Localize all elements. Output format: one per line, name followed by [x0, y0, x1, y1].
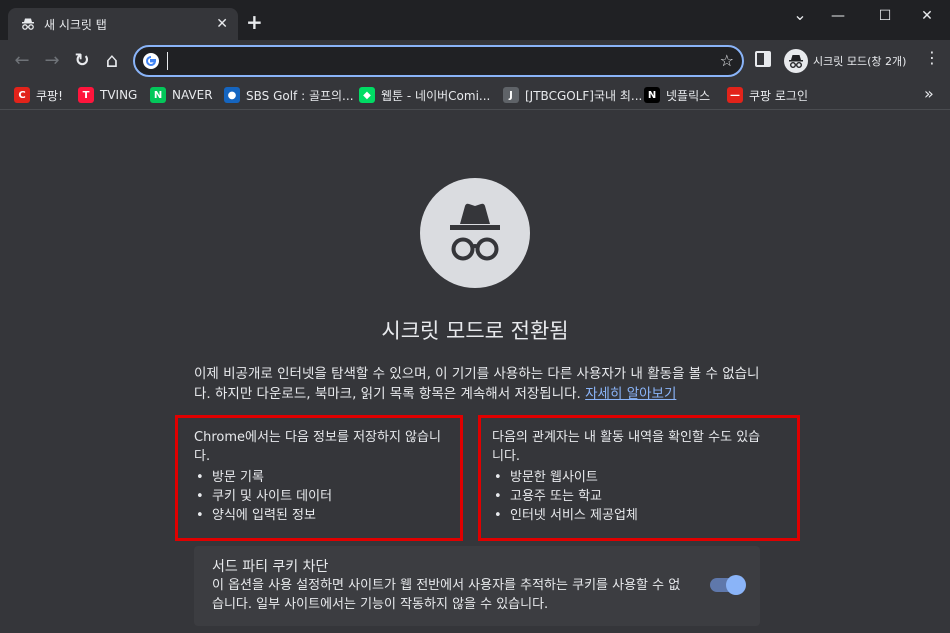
bookmark-label: [JTBCGOLF]국내 최... [525, 88, 643, 103]
tab-incognito[interactable]: 새 시크릿 탭 ✕ [8, 8, 238, 40]
bookmark-item[interactable]: N NAVER [150, 84, 213, 106]
jtbc-golf-icon: J [503, 87, 519, 103]
bookmark-label: 쿠팡 로그인 [749, 88, 809, 103]
naver-icon: N [150, 87, 166, 103]
bookmark-label: SBS Golf : 골프의... [246, 88, 354, 103]
home-button[interactable]: ⌂ [100, 48, 124, 72]
bookmark-label: NAVER [172, 88, 213, 102]
not-saved-heading: Chrome에서는 다음 정보를 저장하지 않습니다. [194, 430, 441, 464]
bookmark-label: 웹툰 - 네이버Comi... [381, 88, 491, 103]
visible-to-list: 방문한 웹사이트 고용주 또는 학교 인터넷 서비스 제공업체 [492, 468, 638, 525]
intro-text: 이제 비공개로 인터넷을 탐색할 수 있으며, 이 기기를 사용하는 다른 사용… [194, 364, 764, 404]
bookmark-item[interactable]: ◆ 웹툰 - 네이버Comi... [359, 84, 490, 106]
bookmarks-overflow-icon[interactable]: » [924, 84, 934, 103]
coupang-login-icon: — [727, 87, 743, 103]
incognito-hero-icon [420, 178, 530, 288]
back-button[interactable]: ← [10, 48, 34, 72]
third-party-cookies-toggle[interactable] [710, 575, 746, 595]
google-icon [143, 53, 159, 69]
incognito-avatar-icon [784, 49, 808, 73]
bookmark-star-icon[interactable]: ☆ [720, 51, 734, 70]
toggle-knob [726, 575, 746, 595]
third-party-description: 이 옵션을 사용 설정하면 사이트가 웹 전반에서 사용자를 추적하는 쿠키를 … [212, 578, 681, 612]
coupang-icon: C [14, 87, 30, 103]
third-party-cookies-card: 서드 파티 쿠키 차단 이 옵션을 사용 설정하면 사이트가 웹 전반에서 사용… [194, 546, 760, 626]
menu-icon[interactable]: ⋮ [924, 50, 940, 66]
list-item: 인터넷 서비스 제공업체 [492, 506, 638, 525]
window-close-button[interactable]: ✕ [904, 2, 950, 30]
incognito-profile-button[interactable]: 시크릿 모드(창 2개) [780, 47, 938, 75]
third-party-title: 서드 파티 쿠키 차단 [212, 559, 329, 575]
list-item: 쿠키 및 사이트 데이터 [194, 487, 332, 506]
visible-to-heading: 다음의 관계자는 내 활동 내역을 확인할 수도 있습니다. [492, 430, 761, 464]
reload-button[interactable]: ↻ [70, 48, 94, 72]
tab-title: 새 시크릿 탭 [44, 18, 107, 32]
bookmark-item[interactable]: ● SBS Golf : 골프의... [224, 84, 354, 106]
bookmark-item[interactable]: — 쿠팡 로그인 [727, 84, 808, 106]
webtoon-icon: ◆ [359, 87, 375, 103]
list-item: 고용주 또는 학교 [492, 487, 638, 506]
learn-more-link[interactable]: 자세히 알아보기 [585, 386, 676, 402]
address-input[interactable] [167, 52, 707, 70]
side-panel-icon[interactable] [755, 51, 771, 67]
tving-icon: T [78, 87, 94, 103]
bookmark-item[interactable]: C 쿠팡! [14, 84, 63, 106]
bookmark-item[interactable]: T TVING [78, 84, 137, 106]
forward-button[interactable]: → [40, 48, 64, 72]
sbs-golf-icon: ● [224, 87, 240, 103]
bookmark-label: 넷플릭스 [666, 88, 711, 103]
list-item: 방문 기록 [194, 468, 332, 487]
list-item: 방문한 웹사이트 [492, 468, 638, 487]
maximize-button[interactable]: ☐ [862, 2, 908, 30]
bookmark-label: 쿠팡! [36, 88, 63, 103]
bookmark-label: TVING [100, 88, 138, 102]
bookmark-item[interactable]: J [JTBCGOLF]국내 최... [503, 84, 642, 106]
page-title: 시크릿 모드로 전환됨 [381, 319, 569, 343]
not-saved-list: 방문 기록 쿠키 및 사이트 데이터 양식에 입력된 정보 [194, 468, 332, 525]
new-tab-button[interactable]: + [246, 12, 263, 32]
minimize-button[interactable]: — [815, 2, 861, 30]
bookmark-item[interactable]: N 넷플릭스 [644, 84, 710, 106]
tab-close-icon[interactable]: ✕ [216, 14, 228, 34]
incognito-icon [22, 18, 34, 30]
incognito-label: 시크릿 모드(창 2개) [813, 55, 907, 68]
tab-strip: 새 시크릿 탭 ✕ + ⌄ — ☐ ✕ [0, 0, 950, 40]
not-saved-panel: Chrome에서는 다음 정보를 저장하지 않습니다. 방문 기록 쿠키 및 사… [175, 415, 463, 541]
omnibox[interactable]: ☆ [133, 45, 744, 77]
list-item: 양식에 입력된 정보 [194, 506, 332, 525]
bookmarks-bar: C 쿠팡! T TVING N NAVER ● SBS Golf : 골프의... ◆ 웹툰 - … [0, 80, 950, 110]
visible-to-panel: 다음의 관계자는 내 활동 내역을 확인할 수도 있습니다. 방문한 웹사이트 … [478, 415, 800, 541]
netflix-icon: N [644, 87, 660, 103]
